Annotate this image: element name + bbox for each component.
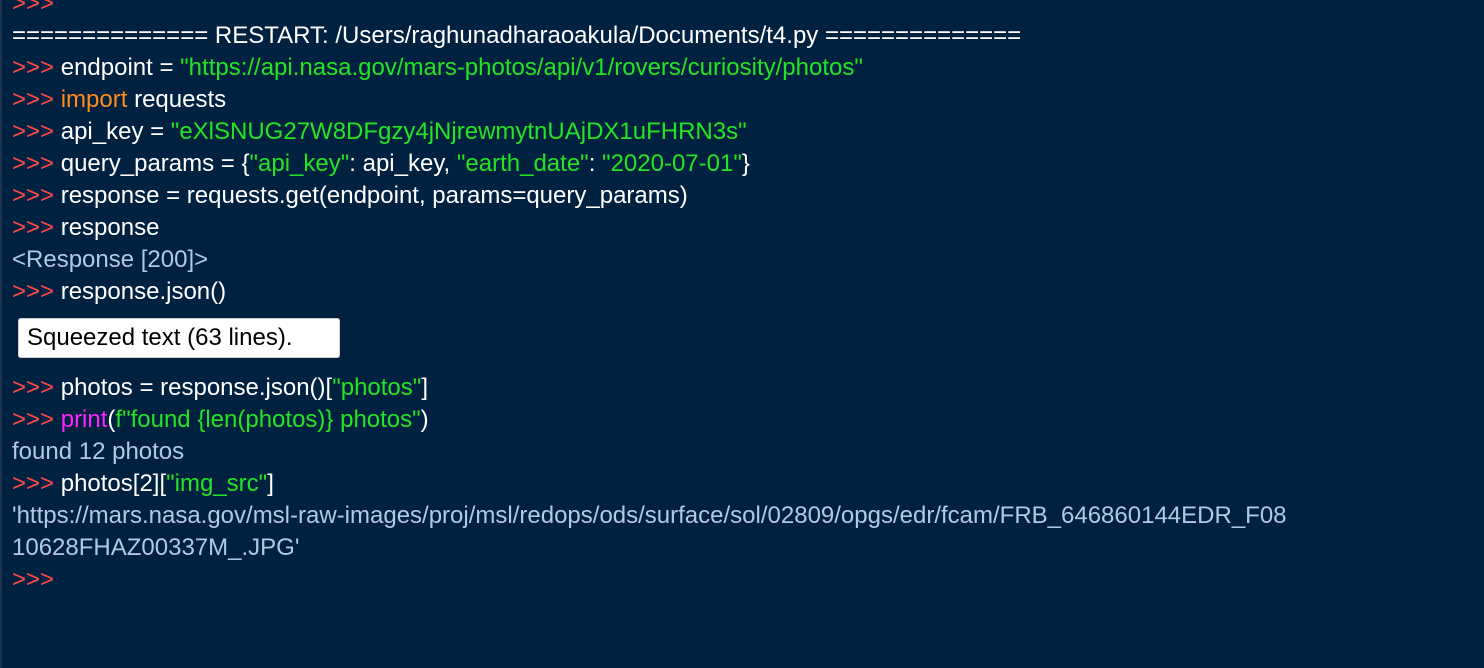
current-prompt[interactable]: >>> xyxy=(12,564,54,596)
prompt: >>> xyxy=(12,374,55,401)
code-text: : api_key, xyxy=(349,150,457,177)
code-line-endpoint: >>> endpoint = "https://api.nasa.gov/mar… xyxy=(12,52,863,84)
prompt: >>> xyxy=(12,406,55,433)
string-literal: "earth_date" xyxy=(456,150,589,177)
code-text: ) xyxy=(420,406,429,433)
python-shell-output[interactable]: >>> ============== RESTART: /Users/raghu… xyxy=(0,0,1484,668)
keyword-import: import xyxy=(54,86,128,113)
restart-banner: ============== RESTART: /Users/raghunadh… xyxy=(12,22,1022,49)
output-img-src-line-1: 'https://mars.nasa.gov/msl-raw-images/pr… xyxy=(12,502,1287,529)
string-literal: "img_src" xyxy=(166,470,268,497)
code-line-query-params: >>> query_params = {"api_key": api_key, … xyxy=(12,148,750,180)
code-text: } xyxy=(741,150,750,177)
code-line-photos-assign: >>> photos = response.json()["photos"] xyxy=(12,372,428,404)
code-text: requests xyxy=(127,86,227,113)
prompt: >>> xyxy=(12,86,55,113)
code-text: : xyxy=(588,150,603,177)
code-line-response: >>> response xyxy=(12,212,159,244)
string-literal: "https://api.nasa.gov/mars-photos/api/v1… xyxy=(180,54,863,81)
code-text: ] xyxy=(267,470,274,497)
code-line-img-src: >>> photos[2]["img_src"] xyxy=(12,468,274,500)
code-text: api_key = xyxy=(54,118,171,145)
previous-prompt: >>> xyxy=(12,0,55,17)
code-text: endpoint = xyxy=(54,54,181,81)
code-text: response xyxy=(54,214,160,241)
code-text: response = requests.get(endpoint, params… xyxy=(54,182,688,209)
code-text: response.json() xyxy=(54,278,227,305)
code-text: photos[2][ xyxy=(54,470,167,497)
string-literal: "photos" xyxy=(332,374,422,401)
code-line-api-key: >>> api_key = "eXlSNUG27W8DFgzy4jNjrewmy… xyxy=(12,116,747,148)
squeezed-text-button[interactable]: Squeezed text (63 lines). xyxy=(18,318,340,358)
prompt: >>> xyxy=(12,118,55,145)
string-literal: "2020-07-01" xyxy=(602,150,742,177)
string-literal: "api_key" xyxy=(249,150,350,177)
prompt: >>> xyxy=(12,182,55,209)
code-line-print: >>> print(f"found {len(photos)} photos") xyxy=(12,404,429,436)
code-line-import: >>> import requests xyxy=(12,84,226,116)
code-line-response-get: >>> response = requests.get(endpoint, pa… xyxy=(12,180,688,212)
code-text: ] xyxy=(421,374,428,401)
output-img-src-line-2: 10628FHAZ00337M_.JPG' xyxy=(12,534,300,561)
prompt: >>> xyxy=(12,278,55,305)
builtin-print: print xyxy=(60,406,108,433)
prompt: >>> xyxy=(12,150,55,177)
code-line-response-json: >>> response.json() xyxy=(12,276,226,308)
output-print: found 12 photos xyxy=(12,438,185,465)
prompt: >>> xyxy=(12,54,55,81)
string-literal: "eXlSNUG27W8DFgzy4jNjrewmytnUAjDX1uFHRN3… xyxy=(170,118,747,145)
code-text: photos = response.json()[ xyxy=(54,374,333,401)
prompt: >>> xyxy=(12,214,55,241)
string-literal: f"found {len(photos)} photos" xyxy=(115,406,421,433)
code-text: query_params = { xyxy=(54,150,250,177)
prompt: >>> xyxy=(12,470,55,497)
output-response: <Response [200]> xyxy=(12,246,209,273)
